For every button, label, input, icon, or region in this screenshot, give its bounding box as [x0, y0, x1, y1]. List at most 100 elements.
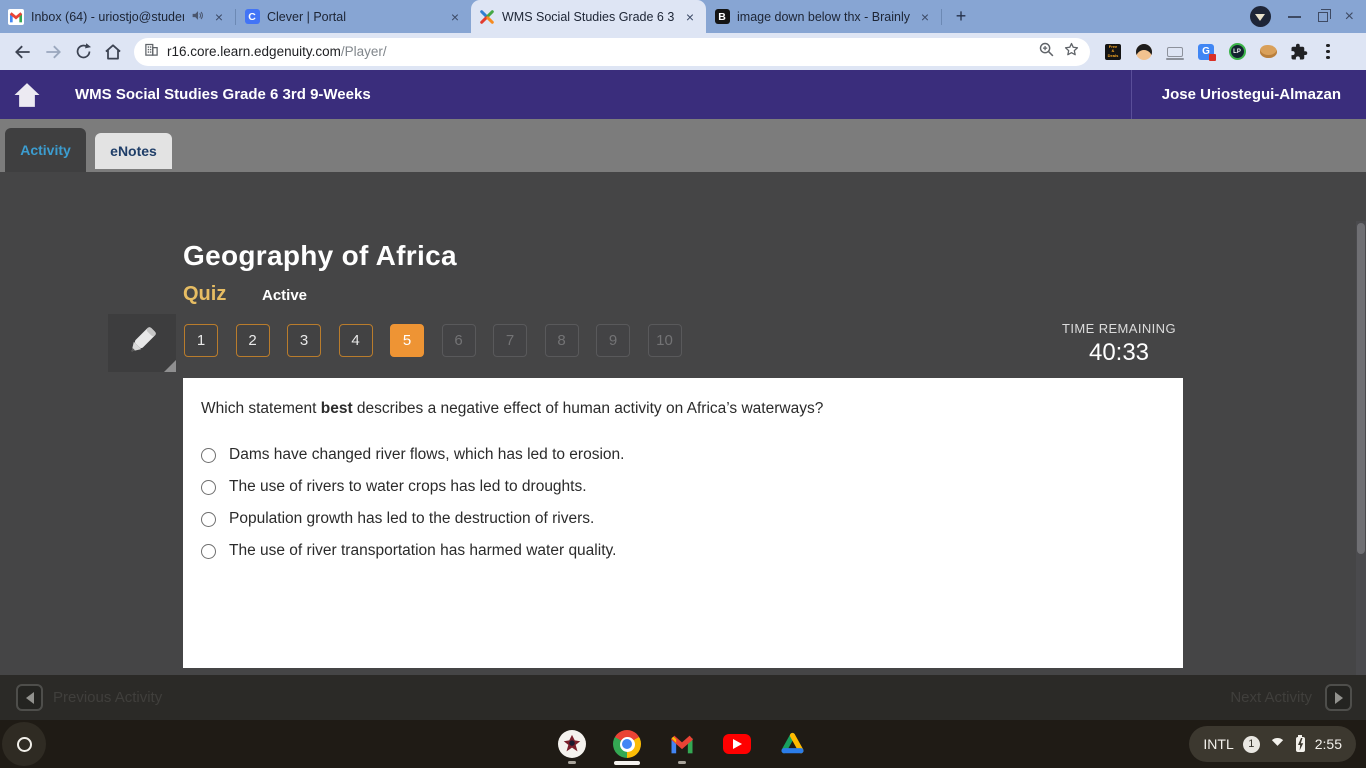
- question-text: Which statement best describes a negativ…: [201, 400, 824, 417]
- lp-extension-icon[interactable]: LP: [1228, 43, 1246, 61]
- radio-button[interactable]: [201, 543, 216, 559]
- active-app-indicator: [614, 761, 640, 765]
- quiz-title: Geography of Africa: [183, 240, 457, 271]
- close-window-icon[interactable]: ×: [1345, 8, 1354, 25]
- answer-option-label: The use of river transportation has harm…: [229, 542, 617, 559]
- tab-edgenuity-active[interactable]: WMS Social Studies Grade 6 3rd ×: [471, 0, 706, 33]
- chromeos-shelf: INTL 1 2:55: [0, 720, 1366, 768]
- next-activity-button[interactable]: [1325, 684, 1352, 711]
- tab-close-icon[interactable]: ×: [211, 9, 227, 25]
- zoom-icon[interactable]: [1038, 41, 1055, 63]
- avatar-extension-icon[interactable]: [1135, 43, 1153, 61]
- radio-button[interactable]: [201, 479, 216, 495]
- question-2-button[interactable]: 2: [235, 324, 270, 357]
- battery-charging-icon: [1295, 734, 1305, 752]
- question-nav: 1 2 3 4 5 6 7 8 9 10: [184, 324, 682, 357]
- tab-brainly[interactable]: B image down below thx - Brainly. ×: [706, 0, 941, 33]
- laptop-extension-icon[interactable]: [1166, 43, 1184, 61]
- player-tab-bar: Activity eNotes: [0, 119, 1366, 172]
- bookmark-star-icon[interactable]: [1063, 41, 1080, 63]
- tab-enotes[interactable]: eNotes: [95, 133, 172, 169]
- arrow-right-icon: [1334, 691, 1343, 704]
- quiz-status-label: Active: [262, 287, 308, 304]
- question-card: Which statement best describes a negativ…: [183, 378, 1183, 668]
- address-bar[interactable]: r16.core.learn.edgenuity.com/Player/: [134, 37, 1090, 66]
- home-icon[interactable]: [98, 37, 128, 67]
- radio-button[interactable]: [201, 447, 216, 463]
- player-footer: Previous Activity Next Activity: [0, 675, 1366, 720]
- tab-gmail-inbox[interactable]: Inbox (64) - uriostjo@studen ×: [0, 0, 235, 33]
- notification-count-badge[interactable]: 1: [1242, 735, 1260, 753]
- question-3-button[interactable]: 3: [287, 324, 321, 357]
- question-8-button: 8: [544, 324, 579, 357]
- activity-content: Geography of Africa Quiz Active 12345678…: [0, 172, 1366, 768]
- school-app-icon[interactable]: [557, 729, 587, 759]
- question-10-button: 10: [647, 324, 682, 357]
- course-header: WMS Social Studies Grade 6 3rd 9-Weeks J…: [0, 70, 1366, 119]
- google-drive-app-icon[interactable]: [777, 729, 807, 759]
- edgenuity-favicon-icon: [479, 9, 495, 25]
- keyboard-layout-label[interactable]: INTL: [1203, 736, 1233, 752]
- chrome-app-icon[interactable]: [612, 729, 642, 759]
- url-host: r16.core.learn.edgenuity.com: [167, 44, 341, 59]
- timer: TIME REMAINING 40:33: [1040, 321, 1198, 367]
- quiz-type-label: Quiz: [183, 283, 227, 305]
- forward-icon[interactable]: [38, 37, 68, 67]
- launcher-button[interactable]: [2, 722, 46, 766]
- user-name[interactable]: Jose Uriostegui-Almazan: [1130, 70, 1341, 119]
- tab-clever-portal[interactable]: C Clever | Portal ×: [236, 0, 471, 33]
- deals-extension-icon[interactable]: Free & Deals: [1104, 43, 1122, 61]
- browser-menu-icon[interactable]: [1320, 43, 1336, 60]
- youtube-app-icon[interactable]: [722, 729, 752, 759]
- answer-option[interactable]: Dams have changed river flows, which has…: [183, 439, 1183, 471]
- tab-activity[interactable]: Activity: [5, 128, 86, 172]
- restore-window-icon[interactable]: [1317, 8, 1331, 22]
- timer-value: 40:33: [1088, 339, 1150, 366]
- question-6-button: 6: [441, 324, 476, 357]
- answer-option-label: Population growth has led to the destruc…: [229, 510, 595, 527]
- pencil-icon: [121, 320, 163, 367]
- back-icon[interactable]: [8, 37, 38, 67]
- tab-title: Clever | Portal: [267, 9, 346, 24]
- question-7-button: 7: [493, 324, 527, 357]
- question-9-button: 9: [596, 324, 630, 357]
- highlighter-tool-button[interactable]: [108, 314, 176, 372]
- previous-activity-button[interactable]: [16, 684, 43, 711]
- url-path: /Player/: [340, 44, 387, 59]
- new-tab-button[interactable]: +: [948, 3, 974, 29]
- tab-audio-icon[interactable]: [191, 9, 204, 25]
- answer-option-label: Dams have changed river flows, which has…: [229, 446, 625, 463]
- browser-tab-strip: Inbox (64) - uriostjo@studen × C Clever …: [0, 0, 1366, 33]
- course-title: WMS Social Studies Grade 6 3rd 9-Weeks: [75, 86, 371, 103]
- radio-button[interactable]: [201, 511, 216, 527]
- answer-option-label: The use of rivers to water crops has led…: [229, 478, 587, 495]
- question-1-button[interactable]: 1: [184, 324, 218, 357]
- extension-icons: Free & Deals G LP: [1104, 43, 1308, 61]
- scrollbar-thumb[interactable]: [1357, 223, 1365, 554]
- home-button[interactable]: [10, 76, 44, 114]
- question-4-button[interactable]: 4: [338, 324, 373, 357]
- tan-extension-icon[interactable]: [1259, 43, 1277, 61]
- translate-extension-icon[interactable]: G: [1197, 43, 1216, 61]
- clock-label: 2:55: [1314, 736, 1342, 752]
- answer-option[interactable]: The use of rivers to water crops has led…: [183, 471, 1183, 503]
- tab-close-icon[interactable]: ×: [447, 9, 463, 25]
- answer-option[interactable]: The use of river transportation has harm…: [183, 535, 1183, 567]
- status-tray[interactable]: INTL 1 2:55: [1189, 726, 1356, 762]
- gmail-app-icon[interactable]: [667, 729, 697, 759]
- site-info-icon[interactable]: [144, 42, 159, 62]
- profile-avatar[interactable]: [1249, 6, 1271, 27]
- tab-title: Inbox (64) - uriostjo@studen: [31, 9, 184, 24]
- clever-favicon-icon: C: [244, 9, 260, 25]
- answer-option[interactable]: Population growth has led to the destruc…: [183, 503, 1183, 535]
- launcher-icon: [16, 736, 32, 752]
- minimize-icon[interactable]: [1287, 15, 1301, 18]
- gmail-favicon-icon: [8, 8, 24, 25]
- tab-close-icon[interactable]: ×: [917, 9, 933, 25]
- question-5-button[interactable]: 5: [390, 324, 424, 357]
- previous-activity-label[interactable]: Previous Activity: [53, 675, 162, 720]
- tab-close-icon[interactable]: ×: [682, 9, 698, 25]
- next-activity-label[interactable]: Next Activity: [1230, 675, 1312, 720]
- extensions-puzzle-icon[interactable]: [1290, 43, 1308, 61]
- reload-icon[interactable]: [68, 37, 98, 67]
